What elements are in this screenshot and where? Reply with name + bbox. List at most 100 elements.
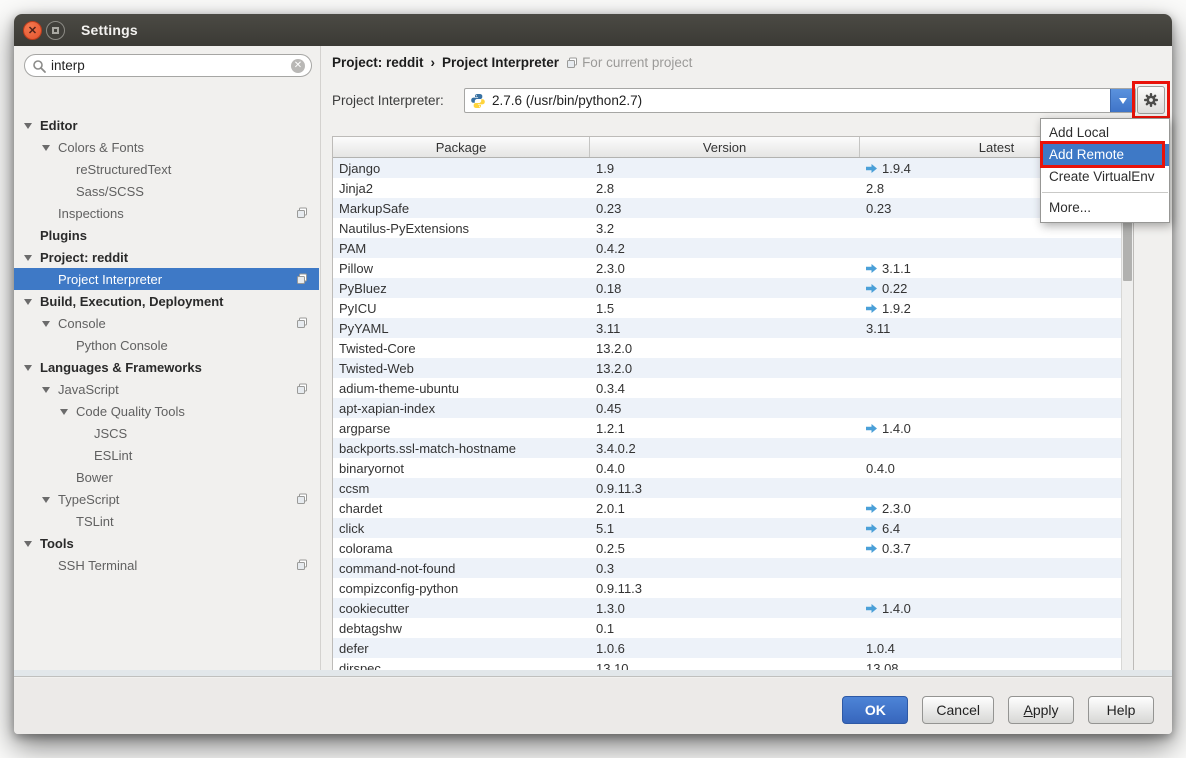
upgrade-arrow-icon (866, 284, 877, 293)
sidebar-item-languages-frameworks[interactable]: Languages & Frameworks (14, 356, 319, 378)
column-header-package[interactable]: Package (333, 137, 590, 157)
expand-triangle-icon[interactable] (42, 387, 50, 393)
table-row[interactable]: PyICU1.51.9.2 (333, 298, 1133, 318)
sidebar-item-label: JSCS (94, 426, 127, 441)
table-row[interactable]: cookiecutter1.3.01.4.0 (333, 598, 1133, 618)
ok-button[interactable]: OK (842, 696, 908, 724)
menu-item-add-local[interactable]: Add Local (1041, 122, 1169, 144)
close-window-icon[interactable]: ✕ (23, 21, 42, 40)
sidebar-item-inspections[interactable]: Inspections (14, 202, 319, 224)
table-row[interactable]: Twisted-Web13.2.0 (333, 358, 1133, 378)
version-cell: 0.18 (590, 278, 860, 298)
menu-item-create-virtualenv[interactable]: Create VirtualEnv (1041, 166, 1169, 188)
expand-triangle-icon[interactable] (24, 541, 32, 547)
sidebar-item-ssh-terminal[interactable]: SSH Terminal (14, 554, 319, 576)
sidebar-item-label: Tools (40, 536, 74, 551)
copy-icon (296, 493, 308, 505)
expand-triangle-icon[interactable] (42, 497, 50, 503)
latest-cell: 6.4 (860, 518, 1121, 538)
maximize-window-icon[interactable] (46, 21, 65, 40)
table-row[interactable]: adium-theme-ubuntu0.3.4 (333, 378, 1133, 398)
sidebar-item-tools[interactable]: Tools (14, 532, 319, 554)
help-button[interactable]: Help (1088, 696, 1154, 724)
version-cell: 13.2.0 (590, 338, 860, 358)
table-row[interactable]: command-not-found0.3 (333, 558, 1133, 578)
titlebar[interactable]: ✕ Settings (14, 14, 1172, 46)
table-row[interactable]: PyYAML3.113.11 (333, 318, 1133, 338)
expand-triangle-icon[interactable] (24, 299, 32, 305)
expand-triangle-icon[interactable] (24, 255, 32, 261)
sidebar-item-colors-fonts[interactable]: Colors & Fonts (14, 136, 319, 158)
apply-button[interactable]: Apply (1008, 696, 1074, 724)
settings-search-box[interactable]: ✕ (24, 54, 312, 77)
sidebar-item-code-quality-tools[interactable]: Code Quality Tools (14, 400, 319, 422)
package-name-cell: command-not-found (333, 558, 590, 578)
expand-triangle-icon[interactable] (42, 321, 50, 327)
table-row[interactable]: chardet2.0.12.3.0 (333, 498, 1133, 518)
column-header-version[interactable]: Version (590, 137, 860, 157)
table-row[interactable]: defer1.0.61.0.4 (333, 638, 1133, 658)
table-row[interactable]: ccsm0.9.11.3 (333, 478, 1133, 498)
annotation-box-add-remote (1040, 141, 1165, 168)
table-row[interactable]: debtagshw0.1 (333, 618, 1133, 638)
table-row[interactable]: Pillow2.3.03.1.1 (333, 258, 1133, 278)
sidebar-item-editor[interactable]: Editor (14, 114, 319, 136)
table-row[interactable]: colorama0.2.50.3.7 (333, 538, 1133, 558)
package-name-cell: Pillow (333, 258, 590, 278)
sidebar-item-javascript[interactable]: JavaScript (14, 378, 319, 400)
menu-item-add-remote[interactable]: Add Remote (1041, 144, 1169, 166)
table-row[interactable]: Django1.91.9.4 (333, 158, 1133, 178)
package-name-cell: apt-xapian-index (333, 398, 590, 418)
sidebar-item-build-execution-deployment[interactable]: Build, Execution, Deployment (14, 290, 319, 312)
table-row[interactable]: MarkupSafe0.230.23 (333, 198, 1133, 218)
interpreter-combobox[interactable]: 2.7.6 (/usr/bin/python2.7) (464, 88, 1136, 113)
sidebar-item-bower[interactable]: Bower (14, 466, 319, 488)
expand-triangle-icon[interactable] (24, 365, 32, 371)
table-row[interactable]: Jinja22.82.8 (333, 178, 1133, 198)
sidebar-item-typescript[interactable]: TypeScript (14, 488, 319, 510)
sidebar-item-console[interactable]: Console (14, 312, 319, 334)
package-name-cell: backports.ssl-match-hostname (333, 438, 590, 458)
package-name-cell: cookiecutter (333, 598, 590, 618)
table-row[interactable]: PyBluez0.180.22 (333, 278, 1133, 298)
latest-cell (860, 618, 1121, 638)
sidebar-item-jscs[interactable]: JSCS (14, 422, 319, 444)
sidebar-item-eslint[interactable]: ESLint (14, 444, 319, 466)
clear-search-icon[interactable]: ✕ (291, 59, 305, 73)
table-row[interactable]: argparse1.2.11.4.0 (333, 418, 1133, 438)
sidebar-item-tslint[interactable]: TSLint (14, 510, 319, 532)
table-row[interactable]: apt-xapian-index0.45 (333, 398, 1133, 418)
sidebar-item-restructuredtext[interactable]: reStructuredText (14, 158, 319, 180)
sidebar-item-project-interpreter[interactable]: Project Interpreter (14, 268, 319, 290)
interpreter-label: Project Interpreter: (332, 93, 444, 108)
search-input[interactable] (51, 56, 281, 75)
expand-triangle-icon[interactable] (24, 123, 32, 129)
sidebar-item-sass-scss[interactable]: Sass/SCSS (14, 180, 319, 202)
table-row[interactable]: backports.ssl-match-hostname3.4.0.2 (333, 438, 1133, 458)
table-row[interactable]: Nautilus-PyExtensions3.2 (333, 218, 1133, 238)
upgrade-arrow-icon (866, 524, 877, 533)
upgrade-arrow-icon (866, 504, 877, 513)
dialog-footer: OK Cancel Apply Help (14, 678, 1172, 734)
table-row[interactable]: Twisted-Core13.2.0 (333, 338, 1133, 358)
sidebar-item-project-reddit[interactable]: Project: reddit (14, 246, 319, 268)
table-row[interactable]: PAM0.4.2 (333, 238, 1133, 258)
sidebar-item-label: Project Interpreter (58, 272, 162, 287)
version-cell: 1.0.6 (590, 638, 860, 658)
table-scrollbar[interactable] (1121, 158, 1133, 673)
cancel-button[interactable]: Cancel (922, 696, 994, 724)
sidebar-item-python-console[interactable]: Python Console (14, 334, 319, 356)
version-cell: 0.3.4 (590, 378, 860, 398)
menu-divider (1042, 192, 1168, 193)
table-row[interactable]: compizconfig-python0.9.11.3 (333, 578, 1133, 598)
interpreter-settings-gear-button[interactable] (1137, 86, 1165, 114)
version-cell: 2.0.1 (590, 498, 860, 518)
sidebar-item-plugins[interactable]: Plugins (14, 224, 319, 246)
table-row[interactable]: binaryornot0.4.00.4.0 (333, 458, 1133, 478)
package-name-cell: click (333, 518, 590, 538)
expand-triangle-icon[interactable] (60, 409, 68, 415)
expand-triangle-icon[interactable] (42, 145, 50, 151)
table-row[interactable]: click5.16.4 (333, 518, 1133, 538)
package-name-cell: Jinja2 (333, 178, 590, 198)
menu-item-more-[interactable]: More... (1041, 197, 1169, 219)
